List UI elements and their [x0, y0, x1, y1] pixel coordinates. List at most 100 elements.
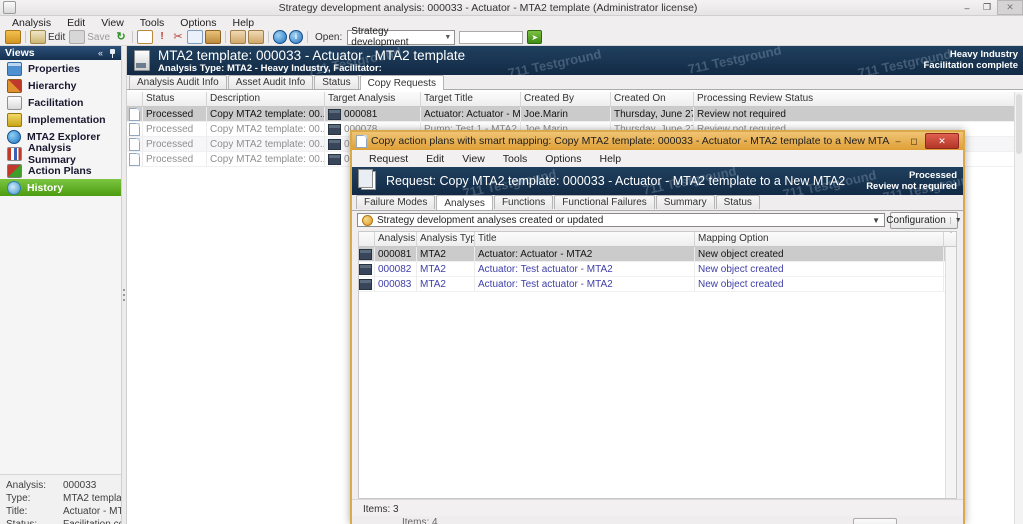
- exclamation-icon[interactable]: !: [155, 31, 169, 43]
- menu-view[interactable]: View: [93, 17, 132, 29]
- column-title[interactable]: Title: [475, 232, 695, 246]
- table-header-row: Analysis Analysis Type Title Mapping Opt…: [359, 232, 956, 247]
- save-disk-icon[interactable]: [69, 30, 86, 44]
- globe-icon[interactable]: [273, 30, 288, 44]
- cell-status: Processed: [143, 137, 207, 151]
- sidebar-item-facilitation[interactable]: Facilitation: [0, 94, 121, 111]
- analysis-grid-icon: [359, 278, 372, 290]
- column-status[interactable]: Status: [143, 92, 207, 106]
- icon-column-header[interactable]: [359, 232, 375, 246]
- icon-column-header[interactable]: [127, 92, 143, 106]
- quick-open-input[interactable]: [459, 30, 524, 44]
- analysis-info-panel: Analysis: 000033 Type: MTA2 template Title…: [0, 474, 121, 524]
- column-analysis[interactable]: Analysis: [375, 232, 417, 246]
- column-target-analysis[interactable]: Target Analysis: [325, 92, 421, 106]
- tab-functional-failures[interactable]: Functional Failures: [554, 195, 655, 209]
- tab-copy-requests[interactable]: Copy Requests: [359, 75, 444, 90]
- filter-funnel-icon[interactable]: [944, 232, 956, 246]
- tab-asset-audit-info[interactable]: Asset Audit Info: [227, 75, 314, 89]
- column-created-by[interactable]: Created By: [521, 92, 611, 106]
- info-label: Analysis:: [6, 480, 47, 491]
- new-page-icon[interactable]: [137, 30, 154, 44]
- dialog-menu-help[interactable]: Help: [590, 153, 630, 165]
- open-view-select[interactable]: Strategy development ▼: [347, 26, 456, 48]
- edit-button[interactable]: Edit: [48, 32, 65, 43]
- sidebar-item-implementation[interactable]: Implementation: [0, 111, 121, 128]
- vertical-scrollbar[interactable]: [945, 247, 956, 498]
- table-row[interactable]: Processed Copy MTA2 template: 00... 0000…: [127, 107, 1014, 122]
- vertical-scrollbar[interactable]: [1014, 92, 1023, 524]
- collapse-icon[interactable]: «: [98, 48, 103, 58]
- close-icon[interactable]: ✕: [997, 0, 1023, 15]
- tab-summary[interactable]: Summary: [655, 195, 715, 209]
- request-page-icon: [129, 152, 140, 166]
- menu-tools[interactable]: Tools: [132, 17, 173, 29]
- open-folder-icon[interactable]: [5, 30, 21, 44]
- pin-icon[interactable]: [109, 48, 116, 58]
- copy-icon[interactable]: [187, 30, 204, 44]
- sidebar-item-hierarchy[interactable]: Hierarchy: [0, 77, 121, 94]
- tab-analysis-audit-info[interactable]: Analysis Audit Info: [129, 75, 227, 89]
- dialog-menu-request[interactable]: Request: [360, 153, 417, 165]
- table-row[interactable]: 000082 MTA2 Actuator: Test actuator - MT…: [359, 262, 956, 277]
- toolbar-separator: [268, 31, 270, 43]
- watermark: 711 Testground: [506, 46, 603, 75]
- cell-mapping-option: New object created: [695, 262, 944, 276]
- chevron-down-icon: ▼: [872, 215, 880, 225]
- info-icon[interactable]: i: [289, 30, 304, 44]
- dialog-page-icon: [356, 134, 367, 148]
- save-button[interactable]: Save: [87, 32, 110, 43]
- partial-button[interactable]: [853, 518, 897, 524]
- analyses-filter-select[interactable]: Strategy development analyses created or…: [357, 213, 885, 227]
- tab-functions[interactable]: Functions: [493, 195, 554, 209]
- filter-refresh-icon: [362, 214, 373, 226]
- table-row[interactable]: 000083 MTA2 Actuator: Test actuator - MT…: [359, 277, 956, 292]
- column-mapping-option[interactable]: Mapping Option: [695, 232, 944, 246]
- column-processing-review-status[interactable]: Processing Review Status: [694, 92, 1014, 106]
- refresh-icon[interactable]: ↻: [114, 31, 128, 43]
- copy-action-plans-dialog: Copy action plans with smart mapping: Co…: [350, 130, 965, 524]
- table-row[interactable]: 000081 MTA2 Actuator: Actuator - MTA2 Ne…: [359, 247, 956, 262]
- dialog-titlebar: Copy action plans with smart mapping: Co…: [352, 132, 963, 150]
- minimize-icon[interactable]: –: [957, 1, 977, 14]
- open-view-value: Strategy development: [351, 26, 409, 48]
- cell-created-on: Thursday, June 27, 2...: [611, 107, 694, 121]
- tab-analyses[interactable]: Analyses: [436, 195, 493, 210]
- views-sidebar: Views « Properties Hierarchy Facilitatio…: [0, 46, 122, 524]
- thumbs-up-icon[interactable]: [230, 30, 247, 44]
- cell-mapping-option: New object created: [695, 247, 944, 261]
- restore-icon[interactable]: ❐: [977, 1, 997, 14]
- go-arrow-button[interactable]: ➤: [527, 30, 543, 44]
- thumbs-down-icon[interactable]: [248, 30, 265, 44]
- column-analysis-type[interactable]: Analysis Type: [417, 232, 475, 246]
- status-industry: Heavy Industry: [949, 49, 1018, 60]
- configuration-button[interactable]: Configuration ▼: [886, 211, 962, 229]
- dialog-menu-options[interactable]: Options: [536, 153, 590, 165]
- tab-status[interactable]: Status: [314, 75, 359, 89]
- column-created-on[interactable]: Created On: [611, 92, 694, 106]
- request-page-icon: [129, 107, 140, 121]
- dialog-close-icon[interactable]: ✕: [925, 133, 959, 149]
- cut-icon[interactable]: ✂: [171, 31, 185, 43]
- paste-icon[interactable]: [205, 30, 222, 44]
- menu-help[interactable]: Help: [224, 17, 262, 29]
- sidebar-item-analysis-summary[interactable]: Analysis Summary: [0, 142, 121, 166]
- dialog-menu-edit[interactable]: Edit: [417, 153, 453, 165]
- sidebar-item-history[interactable]: History: [0, 179, 121, 196]
- dialog-maximize-icon[interactable]: ◻: [906, 135, 922, 148]
- tab-failure-modes[interactable]: Failure Modes: [356, 195, 436, 209]
- menu-analysis[interactable]: Analysis: [4, 17, 59, 29]
- edit-pencil-icon[interactable]: [30, 30, 46, 44]
- scrollbar-thumb[interactable]: [1016, 94, 1022, 154]
- dialog-menubar: Request Edit View Tools Options Help: [352, 150, 963, 167]
- menu-options[interactable]: Options: [172, 17, 224, 29]
- column-description[interactable]: Description: [207, 92, 325, 106]
- menu-edit[interactable]: Edit: [59, 17, 93, 29]
- dialog-menu-tools[interactable]: Tools: [494, 153, 537, 165]
- column-target-title[interactable]: Target Title: [421, 92, 521, 106]
- tab-dialog-status[interactable]: Status: [715, 195, 760, 209]
- dialog-minimize-icon[interactable]: –: [890, 135, 906, 148]
- dialog-menu-view[interactable]: View: [453, 153, 494, 165]
- sidebar-item-properties[interactable]: Properties: [0, 60, 121, 77]
- analysis-header: 711 Testground 711 Testground 711 Testgr…: [127, 46, 1023, 75]
